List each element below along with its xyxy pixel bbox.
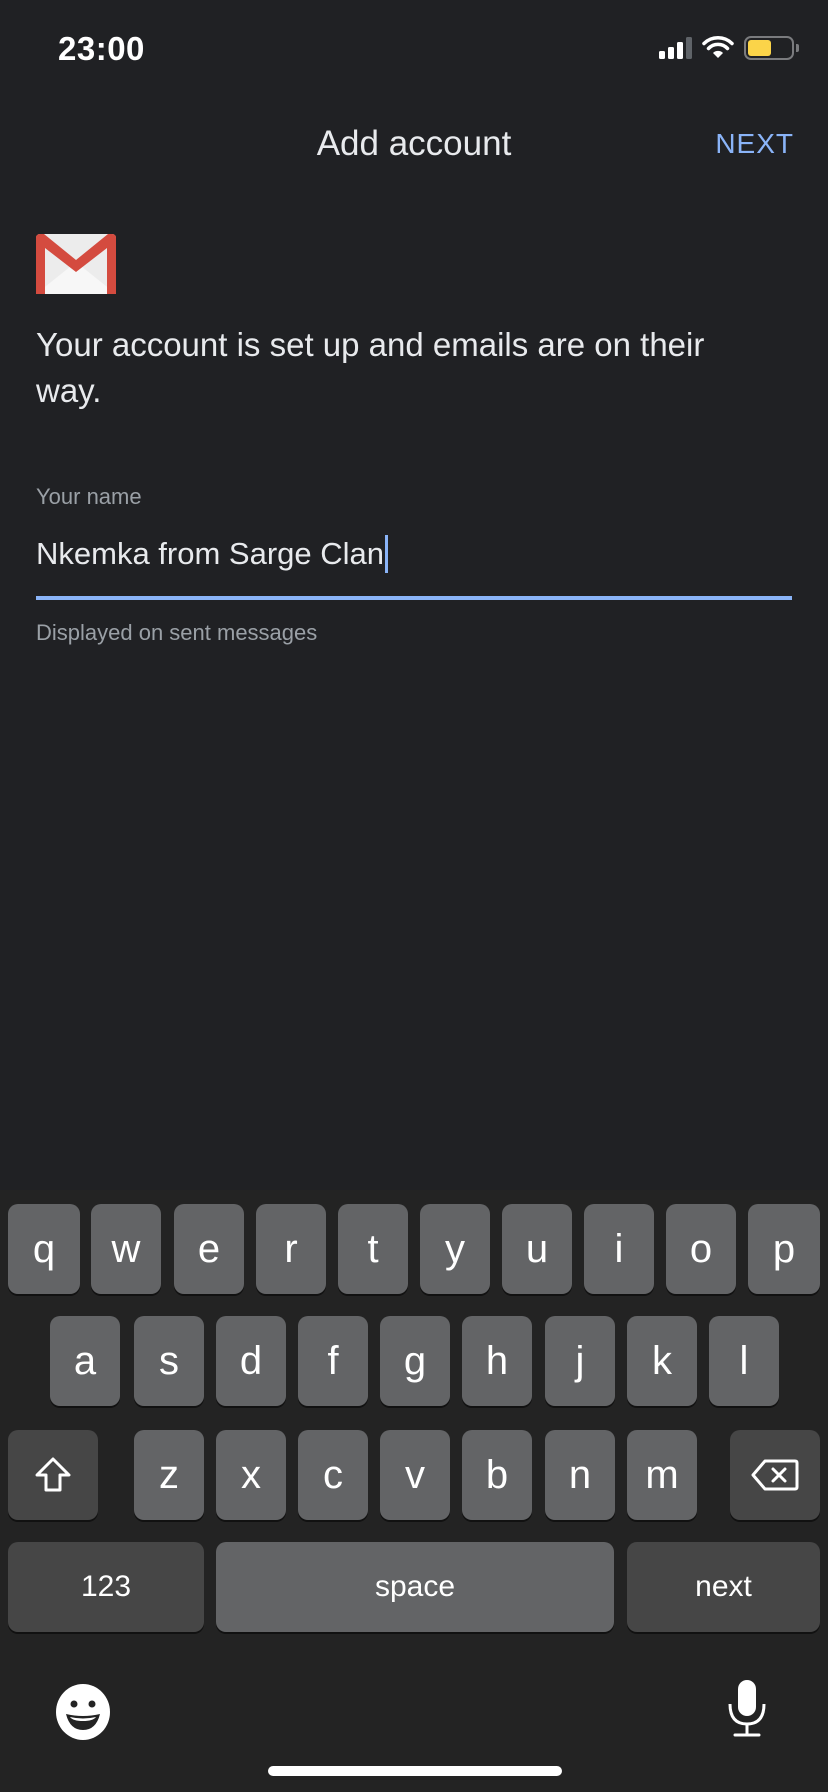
key-x[interactable]: x [216,1430,286,1520]
setup-message: Your account is set up and emails are on… [36,326,705,409]
key-l[interactable]: l [709,1316,779,1406]
key-b[interactable]: b [462,1430,532,1520]
key-d[interactable]: d [216,1316,286,1406]
key-o[interactable]: o [666,1204,736,1294]
key-r[interactable]: r [256,1204,326,1294]
key-y[interactable]: y [420,1204,490,1294]
key-w[interactable]: w [91,1204,161,1294]
shift-icon [35,1457,71,1492]
numbers-key[interactable]: 123 [8,1542,204,1632]
key-q[interactable]: q [8,1204,80,1294]
page-title: Add account [316,124,512,163]
key-n[interactable]: n [545,1430,615,1520]
emoji-icon[interactable] [56,1684,110,1740]
key-v[interactable]: v [380,1430,450,1520]
key-m[interactable]: m [627,1430,697,1520]
wifi-icon [702,36,734,58]
your-name-helper: Displayed on sent messages [36,620,318,645]
key-p[interactable]: p [748,1204,820,1294]
your-name-label: Your name [36,484,142,509]
key-j[interactable]: j [545,1316,615,1406]
key-a[interactable]: a [50,1316,120,1406]
battery-icon [744,36,799,60]
key-i[interactable]: i [584,1204,654,1294]
next-key[interactable]: next [627,1542,820,1632]
status-time: 23:00 [58,30,145,67]
key-z[interactable]: z [134,1430,204,1520]
status-bar: 23:00 [0,0,828,100]
key-f[interactable]: f [298,1316,368,1406]
your-name-input[interactable]: Nkemka from Sarge Clan [36,532,792,576]
key-s[interactable]: s [134,1316,204,1406]
key-h[interactable]: h [462,1316,532,1406]
key-t[interactable]: t [338,1204,408,1294]
input-underline [36,596,792,600]
gmail-icon [36,234,116,294]
shift-key[interactable] [8,1430,98,1520]
home-indicator[interactable] [268,1766,562,1776]
key-u[interactable]: u [502,1204,572,1294]
your-name-field: Your name Nkemka from Sarge Clan Display… [36,484,792,646]
backspace-icon [751,1459,799,1491]
space-key[interactable]: space [216,1542,614,1632]
keyboard: q w e r t y u i o p a s d f g h j k l z … [0,1190,828,1792]
key-c[interactable]: c [298,1430,368,1520]
next-button[interactable]: NEXT [715,128,794,160]
key-g[interactable]: g [380,1316,450,1406]
your-name-value: Nkemka from Sarge Clan [36,536,385,571]
key-e[interactable]: e [174,1204,244,1294]
key-k[interactable]: k [627,1316,697,1406]
backspace-key[interactable] [730,1430,820,1520]
text-caret [385,535,389,573]
microphone-icon[interactable] [726,1678,768,1738]
cellular-signal-icon [659,37,692,59]
status-icons [659,36,799,60]
